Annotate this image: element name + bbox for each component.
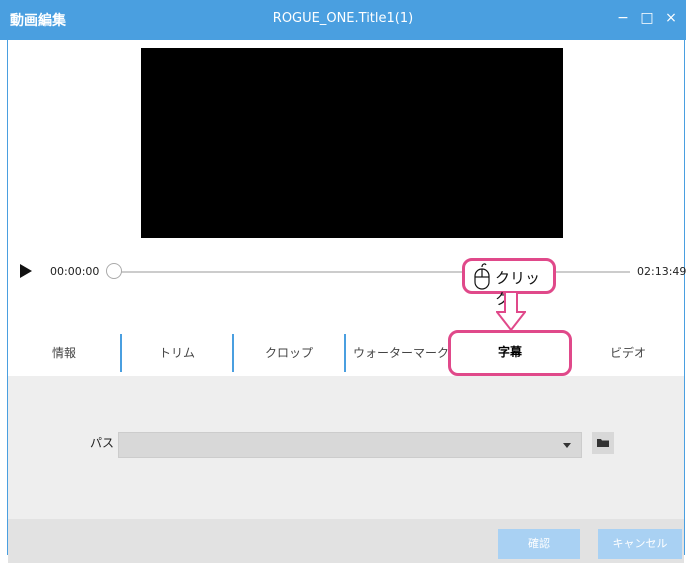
mouse-icon bbox=[474, 263, 490, 290]
tab-crop[interactable]: クロップ bbox=[234, 330, 344, 376]
video-preview bbox=[141, 48, 563, 238]
chevron-down-icon[interactable] bbox=[563, 443, 571, 448]
window-controls: − □ × bbox=[614, 6, 680, 30]
seek-knob[interactable] bbox=[106, 263, 122, 279]
path-label: パス bbox=[90, 436, 115, 450]
tab-watermark[interactable]: ウォーターマーク bbox=[346, 330, 456, 376]
tab-info[interactable]: 情報 bbox=[8, 330, 120, 376]
path-select[interactable] bbox=[118, 432, 582, 458]
click-callout: クリック bbox=[462, 258, 556, 308]
maximize-icon[interactable]: □ bbox=[638, 6, 656, 30]
folder-button[interactable] bbox=[592, 432, 614, 454]
play-icon[interactable] bbox=[20, 264, 32, 278]
close-icon[interactable]: × bbox=[662, 6, 680, 30]
confirm-button[interactable]: 確認 bbox=[498, 529, 580, 559]
tab-subtitle[interactable]: 字幕 bbox=[448, 330, 572, 376]
minimize-icon[interactable]: − bbox=[614, 6, 632, 30]
tab-bar: 情報 トリム クロップ ウォーターマーク 字幕 ビデオ bbox=[8, 330, 684, 377]
tab-video[interactable]: ビデオ bbox=[572, 330, 684, 376]
window-border-right bbox=[684, 40, 685, 555]
tab-trim[interactable]: トリム bbox=[122, 330, 232, 376]
cancel-button[interactable]: キャンセル bbox=[598, 529, 682, 559]
folder-icon bbox=[597, 439, 609, 447]
down-arrow-icon bbox=[496, 292, 526, 332]
title-bar: 動画編集 ROGUE_ONE.Title1(1) − □ × bbox=[0, 0, 686, 40]
window-title: ROGUE_ONE.Title1(1) bbox=[272, 11, 414, 26]
current-time: 00:00:00 bbox=[50, 265, 100, 278]
footer-bar bbox=[8, 519, 684, 563]
total-time: 02:13:49 bbox=[637, 265, 686, 278]
